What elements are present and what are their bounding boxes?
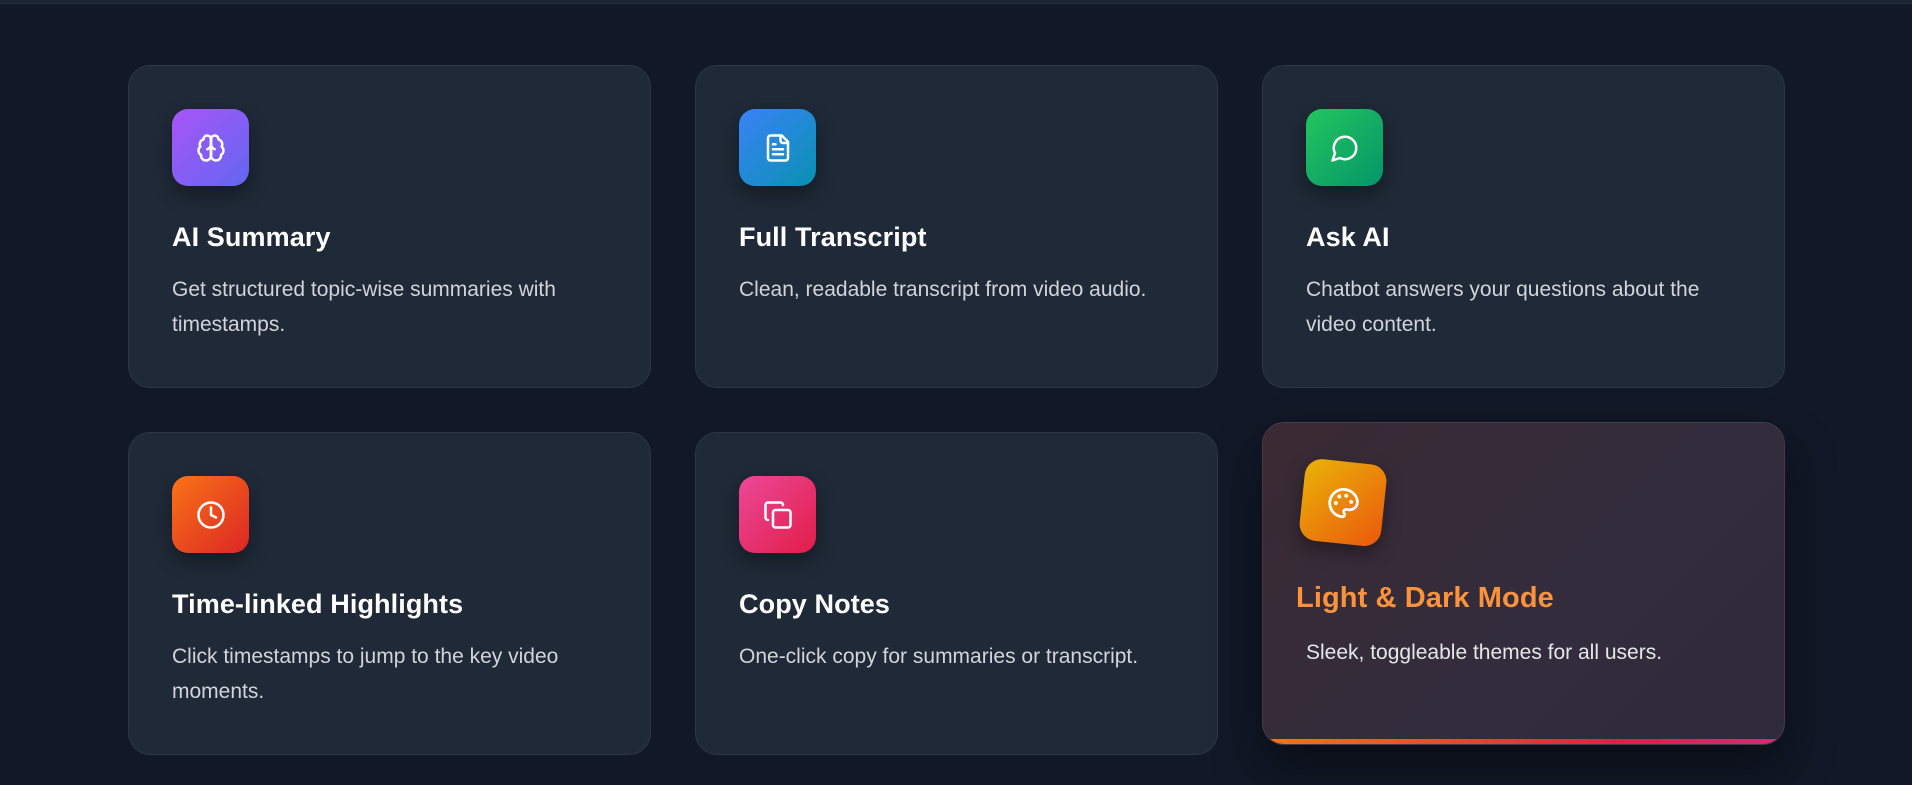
features-grid: AI Summary Get structured topic-wise sum… [128, 65, 1785, 755]
feature-title: Full Transcript [739, 222, 927, 252]
feature-icon-tile [739, 476, 816, 553]
feature-description: Click timestamps to jump to the key vide… [172, 645, 559, 703]
feature-icon-tile [172, 476, 249, 553]
feature-title: Ask AI [1306, 222, 1390, 252]
feature-description: One-click copy for summaries or transcri… [739, 645, 1139, 668]
feature-icon-tile [739, 109, 816, 186]
feature-card-ask-ai[interactable]: Ask AI Chatbot answers your questions ab… [1262, 65, 1785, 388]
top-divider [0, 0, 1912, 4]
copy-icon [763, 500, 792, 529]
feature-card-ai-summary[interactable]: AI Summary Get structured topic-wise sum… [128, 65, 651, 388]
feature-title: Copy Notes [739, 589, 891, 619]
feature-icon-tile [172, 109, 249, 186]
feature-card-copy-notes[interactable]: Copy Notes One-click copy for summaries … [695, 432, 1218, 755]
feature-description: Clean, readable transcript from video au… [739, 278, 1147, 301]
palette-icon [1327, 487, 1359, 518]
brain-icon [196, 133, 225, 162]
feature-title: Light & Dark Mode [1296, 582, 1554, 614]
feature-card-light-dark-mode[interactable]: Light & Dark Mode Sleek, toggleable them… [1262, 422, 1785, 745]
chat-bubble-icon [1330, 135, 1357, 162]
feature-description: Sleek, toggleable themes for all users. [1306, 641, 1663, 664]
feature-icon-tile [1297, 457, 1389, 548]
feature-icon-tile [1306, 109, 1383, 186]
feature-description: Get structured topic-wise summaries with… [172, 278, 556, 336]
document-icon [766, 133, 789, 162]
feature-title: Time-linked Highlights [172, 589, 464, 619]
hover-accent-bar [1263, 739, 1784, 744]
feature-title: AI Summary [172, 222, 331, 252]
feature-card-full-transcript[interactable]: Full Transcript Clean, readable transcri… [695, 65, 1218, 388]
clock-icon [196, 500, 225, 529]
feature-card-time-linked-highlights[interactable]: Time-linked Highlights Click timestamps … [128, 432, 651, 755]
feature-description: Chatbot answers your questions about the… [1306, 278, 1700, 336]
